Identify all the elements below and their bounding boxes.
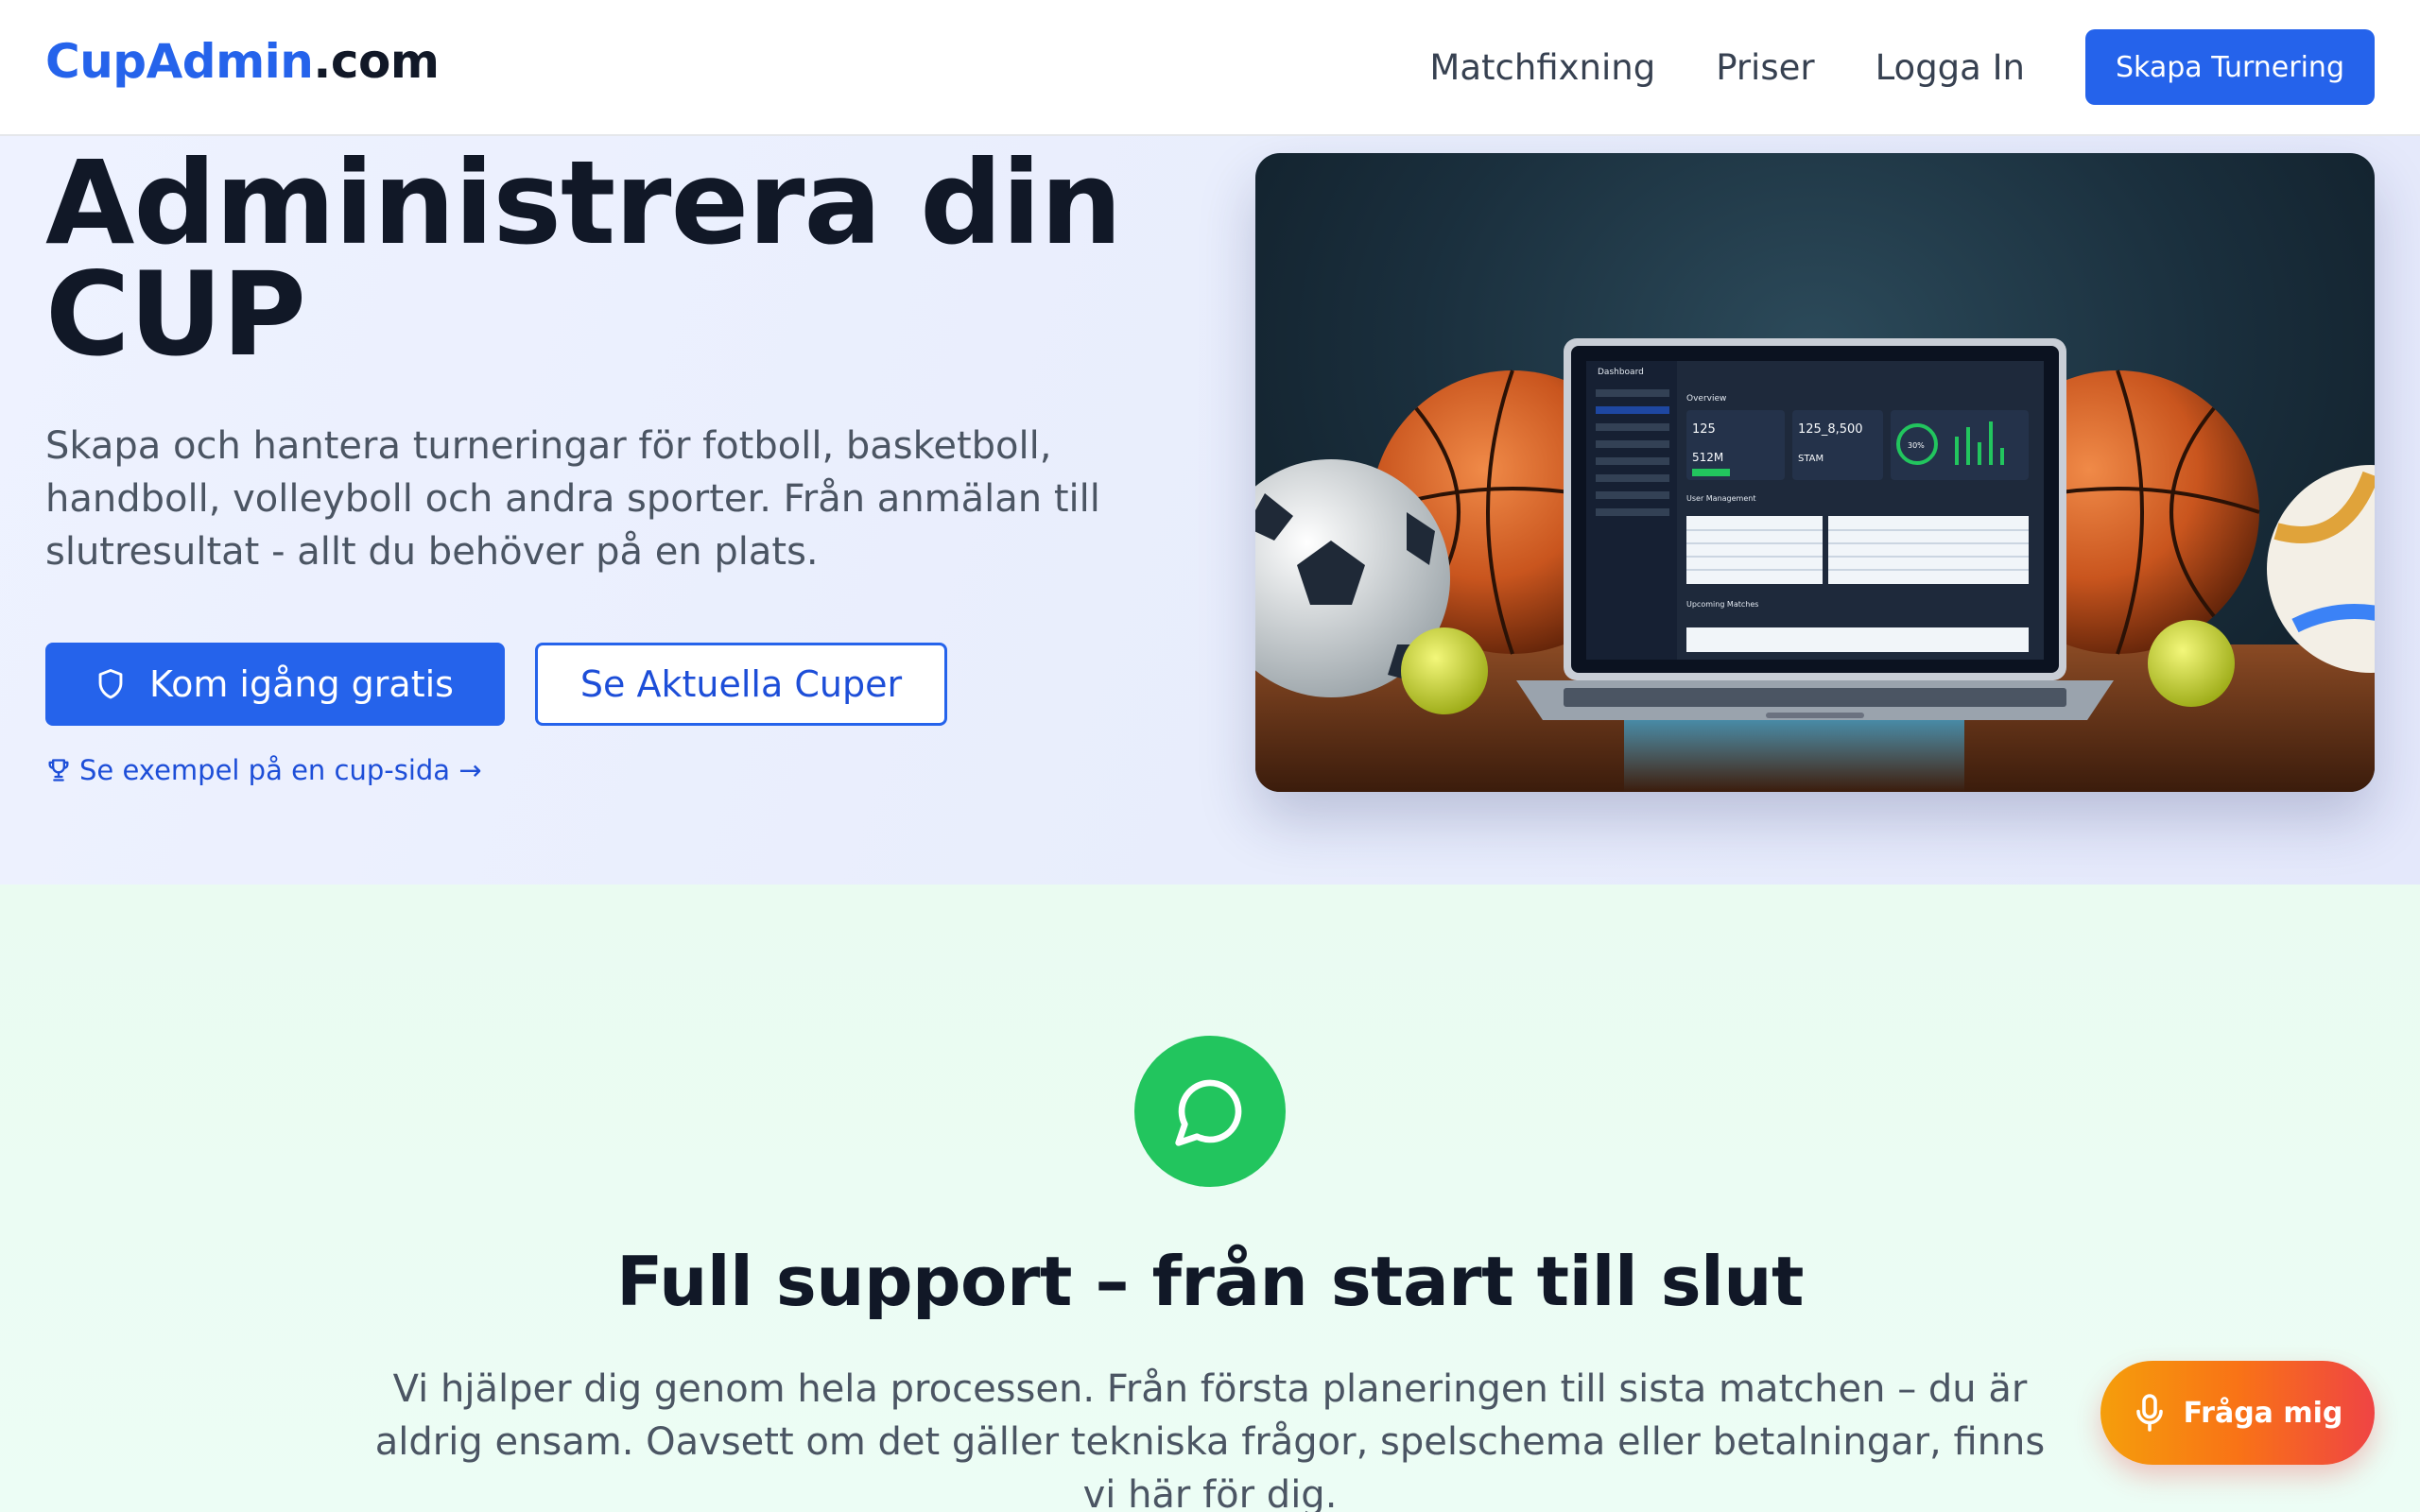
logo-tld: .com [313, 34, 440, 89]
laptop-overview-label: Overview [1686, 394, 1726, 404]
site-logo[interactable]: CupAdmin.com [45, 34, 440, 89]
site-header: CupAdmin.com Matchfixning Priser Logga I… [0, 0, 2420, 136]
support-description: Vi hjälper dig genom hela processen. Frå… [374, 1367, 2046, 1512]
support-section: Full support – från start till slut Vi h… [0, 885, 2420, 1512]
hero-title: Administrera din CUP [45, 136, 1122, 382]
laptop-stat-4: STAM [1798, 454, 1824, 464]
laptop-stat-3: 512M [1692, 451, 1723, 464]
nav-link-login[interactable]: Logga In [1876, 47, 2025, 88]
hero-section: Administrera din CUP Skapa och hantera t… [0, 136, 2420, 885]
nav-link-matchfixning[interactable]: Matchfixning [1429, 47, 1655, 88]
laptop-section-2: Upcoming Matches [1686, 600, 1758, 609]
create-tournament-button[interactable]: Skapa Turnering [2084, 29, 2375, 105]
nav-link-priser[interactable]: Priser [1716, 47, 1814, 88]
example-cup-link[interactable]: Se exempel på en cup-sida → [45, 754, 482, 786]
laptop-gauge: 30% [1908, 441, 1925, 450]
hero-description: Skapa och hantera turneringar för fotbol… [45, 424, 1100, 574]
tennis-ball-right [2148, 620, 2235, 707]
current-cups-button[interactable]: Se Aktuella Cuper [535, 643, 947, 726]
tennis-ball-left [1401, 627, 1488, 714]
main-nav: Matchfixning Priser Logga In Skapa Turne… [1429, 29, 2375, 105]
get-started-label: Kom igång gratis [149, 663, 454, 705]
example-link-label: Se exempel på en cup-sida → [79, 754, 482, 786]
ask-me-label: Fråga mig [2183, 1396, 2343, 1430]
laptop: Dashboard Overview 125 512M 125_8,500 ST… [1516, 338, 2114, 720]
hero-illustration: Dashboard Overview 125 512M 125_8,500 ST… [1255, 338, 2375, 792]
laptop-section-1: User Management [1686, 494, 1755, 503]
hero-image: Dashboard Overview 125 512M 125_8,500 ST… [1255, 153, 2375, 792]
microphone-icon [2135, 1394, 2163, 1432]
logo-brand: CupAdmin [45, 34, 314, 89]
laptop-stat-1: 125 [1692, 422, 1716, 437]
volleyball [2267, 465, 2375, 673]
ask-me-button[interactable]: Fråga mig [2100, 1361, 2375, 1465]
shield-icon [98, 668, 123, 699]
trophy-icon [48, 759, 69, 782]
support-icon-circle [1134, 1036, 1286, 1187]
laptop-stat-2: 125_8,500 [1798, 422, 1863, 437]
laptop-dashboard-title: Dashboard [1598, 368, 1644, 377]
chat-bubble-icon [1175, 1079, 1242, 1146]
get-started-button[interactable]: Kom igång gratis [45, 643, 505, 726]
support-title: Full support – från start till slut [616, 1242, 1804, 1321]
